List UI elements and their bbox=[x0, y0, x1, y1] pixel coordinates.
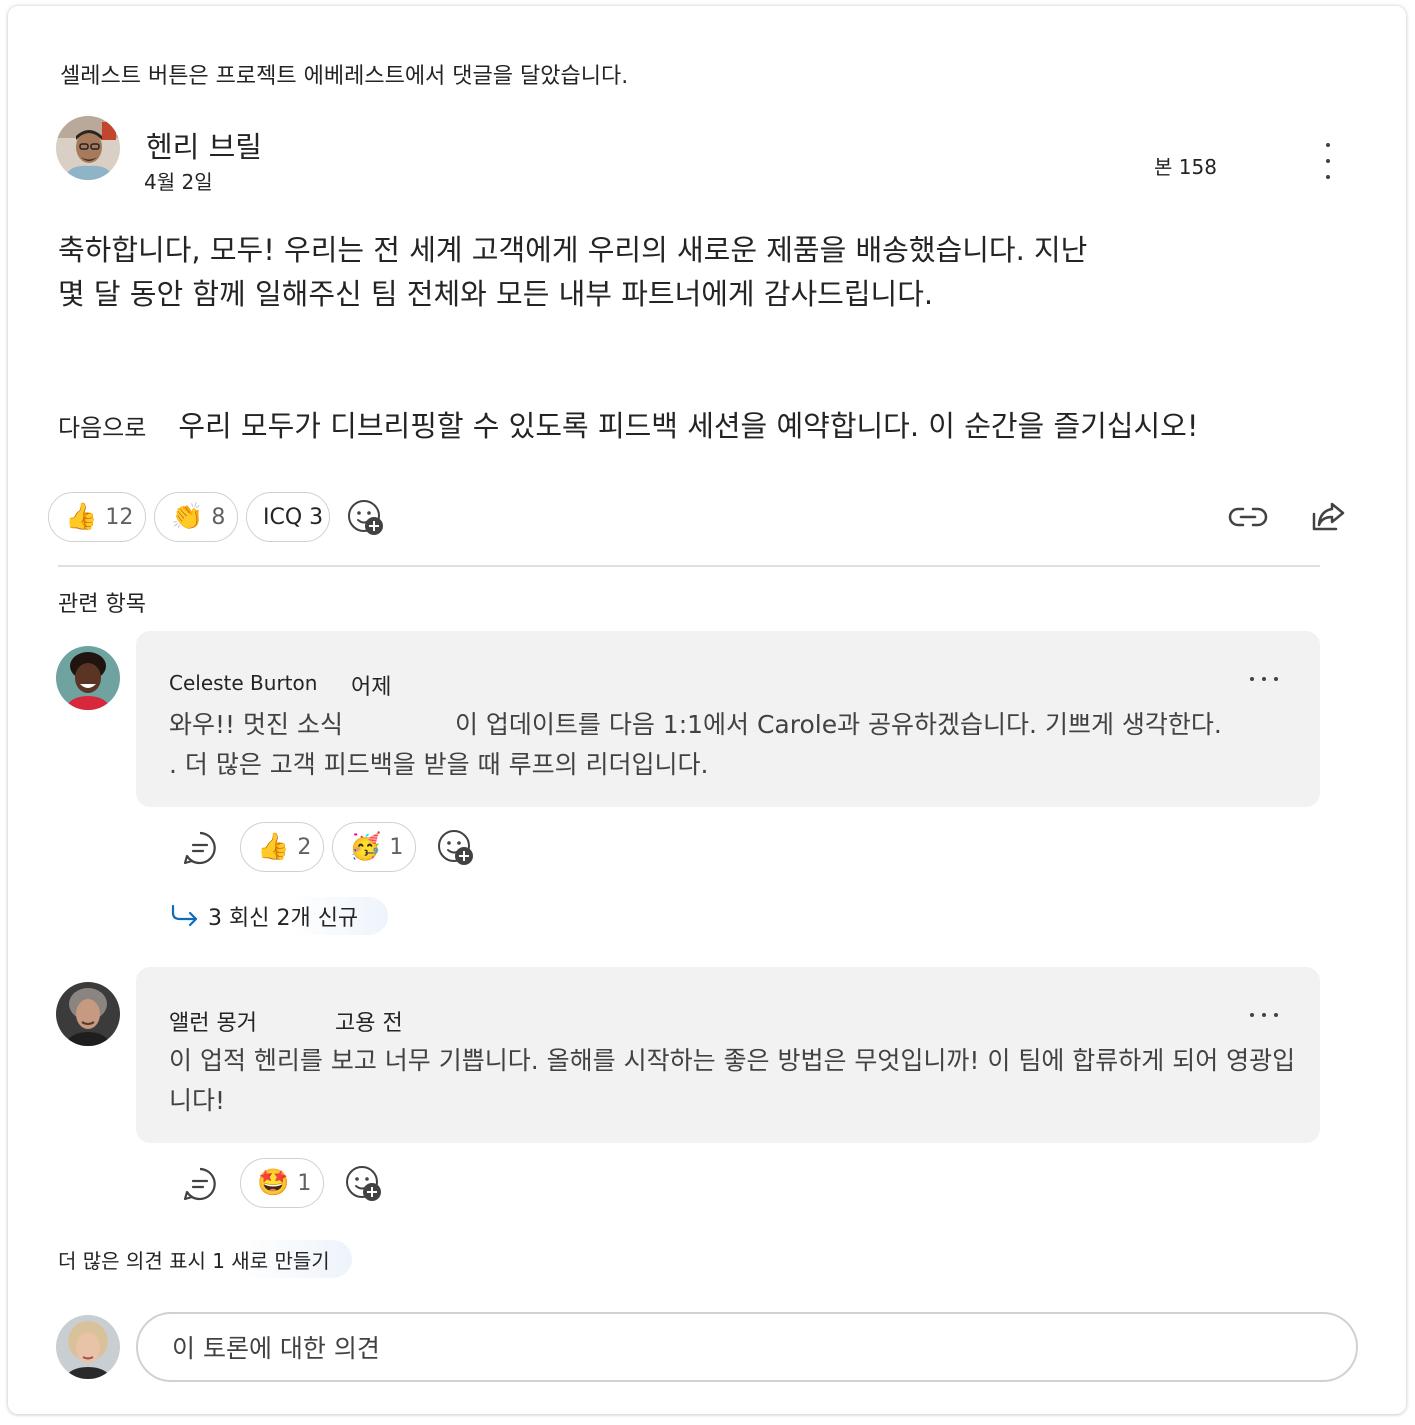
post-date: 4월 2일 bbox=[144, 170, 213, 194]
view-count: 본 158 bbox=[1154, 155, 1217, 179]
comment-text-line2: . 더 많은 고객 피드백을 받을 때 루프의 리더입니다. bbox=[169, 750, 709, 779]
share-icon[interactable] bbox=[1310, 500, 1348, 534]
activity-line: 셀레스트 버튼은 프로젝트 에베레스트에서 댓글을 달았습니다. bbox=[60, 64, 629, 89]
author-name[interactable]: 헨리 브릴 bbox=[146, 124, 262, 166]
reply-icon[interactable] bbox=[182, 1166, 218, 1202]
post-body-paragraph-1: 축하합니다, 모두! 우리는 전 세계 고객에게 우리의 새로운 제품을 배송했… bbox=[58, 233, 1088, 311]
icq-label: ICQ 3 bbox=[263, 504, 324, 530]
comment-text: 와우!! 멋진 소식 이 업데이트를 다음 1:1에서 Carole과 공유하겠습… bbox=[169, 705, 1222, 745]
comment-text-part2: 이 업데이트를 다음 1:1에서 Carole과 공유하겠습니다. 기쁘게 생각… bbox=[454, 710, 1222, 739]
clapping-hands-icon: 👏 bbox=[171, 502, 204, 532]
comment-author[interactable]: Celeste Burton bbox=[169, 671, 317, 695]
comment-time: 고용 전 bbox=[335, 1011, 403, 1036]
comment-bubble: 앨런 몽거 고용 전 이 업적 헨리를 보고 너무 기쁩니다. 올해를 시작하는… bbox=[136, 967, 1320, 1143]
post-body-paragraph-2: 다음으로 우리 모두가 디브리핑할 수 있도록 피드백 세션을 예약합니다. 이 … bbox=[58, 404, 1198, 450]
replies-link[interactable]: 3 회신 2개 신규 bbox=[170, 897, 389, 935]
show-more-comments-link[interactable]: 더 많은 의견 표시 1 새로 만들기 bbox=[58, 1240, 352, 1278]
reaction-icq[interactable]: ICQ 3 bbox=[246, 492, 330, 542]
reaction-thumbs-up[interactable]: 👍 12 bbox=[48, 492, 146, 542]
comment-bubble: Celeste Burton 어제 와우!! 멋진 소식 이 업데이트를 다음 1… bbox=[136, 631, 1320, 807]
commenter-avatar[interactable] bbox=[56, 646, 120, 710]
post-more-options-icon[interactable] bbox=[1317, 143, 1339, 179]
author-avatar[interactable] bbox=[56, 116, 120, 180]
comment-text: 이 업적 헨리를 보고 너무 기쁩니다. 올해를 시작하는 좋은 방법은 무엇입… bbox=[169, 1046, 1296, 1115]
link-icon[interactable] bbox=[1228, 500, 1268, 534]
comment-author[interactable]: 앨런 몽거 bbox=[169, 1005, 257, 1037]
reaction-count: 1 bbox=[389, 834, 404, 860]
reaction-thumbs-up[interactable]: 👍 2 bbox=[240, 822, 324, 872]
add-reaction-icon[interactable] bbox=[436, 828, 476, 868]
reaction-count: 8 bbox=[211, 504, 226, 530]
post-body-rest: 우리 모두가 디브리핑할 수 있도록 피드백 세션을 예약합니다. 이 순간을 … bbox=[178, 409, 1199, 443]
post-body-lead: 다음으로 bbox=[58, 414, 147, 442]
show-more-comments-label: 더 많은 의견 표시 1 새로 만들기 bbox=[58, 1248, 330, 1273]
thumbs-up-icon: 👍 bbox=[65, 502, 98, 532]
add-reaction-icon[interactable] bbox=[346, 498, 386, 538]
add-reaction-icon[interactable] bbox=[344, 1164, 384, 1204]
reaction-count: 2 bbox=[297, 834, 312, 860]
reaction-count: 12 bbox=[105, 504, 134, 530]
reaction-star-struck[interactable]: 🤩 1 bbox=[240, 1158, 324, 1208]
divider bbox=[58, 565, 1320, 567]
thumbs-up-icon: 👍 bbox=[257, 832, 290, 862]
related-heading: 관련 항목 bbox=[58, 592, 146, 617]
comment-composer[interactable] bbox=[136, 1312, 1358, 1382]
commenter-avatar[interactable] bbox=[56, 982, 120, 1046]
comment-more-options-icon[interactable] bbox=[1250, 676, 1278, 682]
star-struck-icon: 🤩 bbox=[257, 1168, 290, 1198]
reply-arrow-icon bbox=[171, 904, 198, 927]
comment-more-options-icon[interactable] bbox=[1250, 1012, 1278, 1018]
reply-icon[interactable] bbox=[182, 830, 218, 866]
replies-label: 3 회신 2개 신규 bbox=[208, 906, 359, 931]
reaction-party[interactable]: 🥳 1 bbox=[332, 822, 416, 872]
party-face-icon: 🥳 bbox=[349, 832, 382, 862]
reaction-count: 1 bbox=[297, 1170, 312, 1196]
comment-input[interactable] bbox=[170, 1328, 1314, 1368]
comment-time: 어제 bbox=[351, 675, 392, 700]
comment-text-part1: 와우!! 멋진 소식 bbox=[169, 710, 343, 739]
current-user-avatar[interactable] bbox=[56, 1315, 120, 1379]
reaction-clap[interactable]: 👏 8 bbox=[154, 492, 238, 542]
